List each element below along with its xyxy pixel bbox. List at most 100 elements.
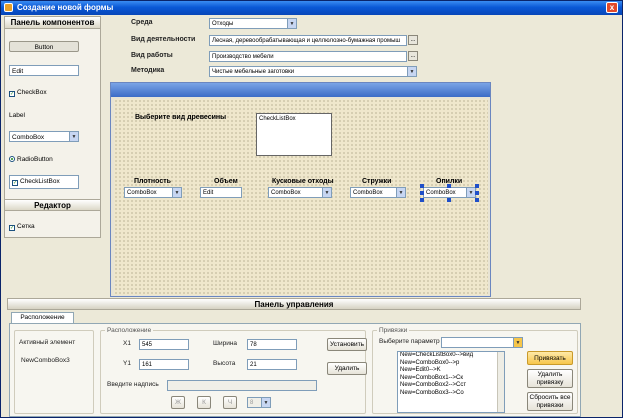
reset-bindings-button[interactable]: Сбросить все привязки [527,392,573,411]
param-combobox[interactable]: ▼ [441,337,523,348]
shavings-combobox[interactable]: ComboBox ▼ [350,187,406,198]
shavings-label[interactable]: Стружки [362,178,391,185]
unbind-button[interactable]: Удалить привязку [527,369,573,388]
list-item[interactable]: New=ComboBox0-->р [400,360,504,368]
palette-combobox[interactable]: ComboBox ▼ [9,131,79,142]
env-combobox[interactable]: Отходы ▼ [209,18,297,29]
bindings-list[interactable]: New=CheckListBox0-->вид New=ComboBox0-->… [397,351,505,413]
volume-label[interactable]: Объем [214,178,238,185]
active-element-label: Активный элемент [19,339,76,346]
checkbox-checked-icon: ✓ [9,225,15,231]
palette-checkbox-label: CheckBox [17,89,47,96]
x1-input[interactable]: 545 [139,339,189,350]
palette-checklistbox[interactable]: ✓ CheckListBox [9,175,79,189]
chevron-down-icon: ▼ [513,338,522,347]
form-checklistbox[interactable]: CheckListBox [256,113,332,156]
set-button[interactable]: Установить [327,338,367,351]
layout-group-title: Расположение [105,327,154,334]
activity-field[interactable]: Лесная, деревообрабатывающая и целлюлозн… [209,35,407,46]
delete-button[interactable]: Удалить [327,362,367,375]
shavings-combobox-label: ComboBox [353,190,383,196]
method-value: Чистые мебельные заготовки [212,69,295,75]
selection-handle[interactable] [420,184,424,188]
bindings-group: Привязки Выберите параметр ▼ New=CheckLi… [372,327,578,414]
chevron-down-icon: ▼ [261,398,270,407]
x1-label: X1 [123,340,131,347]
underline-button[interactable]: Ч [223,396,237,409]
design-form-window: Выберите вид древесины CheckListBox Плот… [110,82,491,297]
grid-checkbox[interactable]: ✓ Сетка [9,221,79,232]
palette-radiobutton-label: RadioButton [17,156,53,163]
width-input[interactable]: 78 [247,339,297,350]
palette-checkbox[interactable]: ✓ CheckBox [9,87,79,98]
palette-radiobutton[interactable]: RadioButton [9,154,79,165]
lump-waste-combobox-label: ComboBox [271,190,301,196]
selection-handle[interactable] [447,198,451,202]
work-field[interactable]: Производство мебели [209,51,407,62]
design-canvas[interactable]: Выберите вид древесины CheckListBox Плот… [114,99,488,295]
selection-handle[interactable] [420,191,424,195]
bindings-group-title: Привязки [377,327,410,334]
palette-button[interactable]: Button [9,41,79,52]
palette-checklistbox-label: CheckListBox [20,178,60,185]
palette-edit[interactable]: Edit [9,65,79,76]
wood-label[interactable]: Выберите вид древесины [135,114,226,121]
palette-combobox-label: ComboBox [12,134,45,141]
list-item[interactable]: New=ComboBox3-->Со [400,390,504,398]
env-label: Среда [131,19,153,26]
bold-button[interactable]: Ж [171,396,185,409]
density-combobox[interactable]: ComboBox ▼ [124,187,182,198]
caption-input[interactable] [167,380,317,391]
palette-label[interactable]: Label [9,110,79,121]
lump-waste-label[interactable]: Кусковые отходы [272,178,334,185]
work-label: Вид работы [131,52,173,59]
component-palette: Панель компонентов Button Edit ✓ CheckBox… [4,16,101,238]
title-bar[interactable]: Создание новой формы x [1,1,622,15]
method-combobox[interactable]: Чистые мебельные заготовки ▼ [209,66,417,77]
density-combobox-label: ComboBox [127,190,157,196]
chevron-down-icon: ▼ [69,132,78,141]
env-value: Отходы [212,21,234,27]
height-label: Высота [213,360,236,367]
checkbox-checked-icon: ✓ [9,91,15,97]
chevron-down-icon: ▼ [466,188,475,197]
chevron-down-icon: ▼ [322,188,331,197]
client-area: Панель компонентов Button Edit ✓ CheckBox… [3,16,620,417]
bind-button[interactable]: Привязать [527,351,573,365]
sawdust-combobox[interactable]: ComboBox ▼ [423,187,476,198]
list-item[interactable]: New=CheckListBox0-->вид [400,352,504,360]
selection-handle[interactable] [420,198,424,202]
selection-handle[interactable] [447,184,451,188]
selection-handle[interactable] [475,191,479,195]
y1-input[interactable]: 161 [139,359,189,370]
list-item[interactable]: New=ComboBox2-->Сст [400,382,504,390]
font-size-combobox[interactable]: 8 ▼ [247,397,271,408]
caption-label: Введите надпись [107,381,159,388]
active-element-group: Активный элемент NewComboBox3 [14,330,94,414]
tab-layout[interactable]: Расположение [11,312,74,323]
bindings-scrollbar[interactable] [497,352,504,412]
close-button[interactable]: x [606,2,618,13]
control-panel-title: Панель управления [7,298,581,310]
radio-selected-icon [9,156,15,162]
height-input[interactable]: 21 [247,359,297,370]
work-browse-button[interactable]: ... [408,51,418,61]
density-label[interactable]: Плотность [134,178,171,185]
param-label: Выберите параметр [379,338,440,345]
activity-label: Вид деятельности [131,36,196,43]
activity-browse-button[interactable]: ... [408,35,418,45]
chevron-down-icon: ▼ [396,188,405,197]
list-item[interactable]: New=ComboBox1-->Ск [400,375,504,383]
italic-button[interactable]: К [197,396,211,409]
app-icon [4,3,13,12]
method-label: Методика [131,67,165,74]
design-form-titlebar[interactable] [111,83,490,97]
form-parameters: Среда Отходы ▼ Вид деятельности Лесная, … [121,16,470,82]
chevron-down-icon: ▼ [172,188,181,197]
volume-edit[interactable]: Edit [200,187,242,198]
selection-handle[interactable] [475,184,479,188]
list-item[interactable]: New=Edit0-->K [400,367,504,375]
active-element-value: NewComboBox3 [21,357,70,364]
selection-handle[interactable] [475,198,479,202]
lump-waste-combobox[interactable]: ComboBox ▼ [268,187,332,198]
